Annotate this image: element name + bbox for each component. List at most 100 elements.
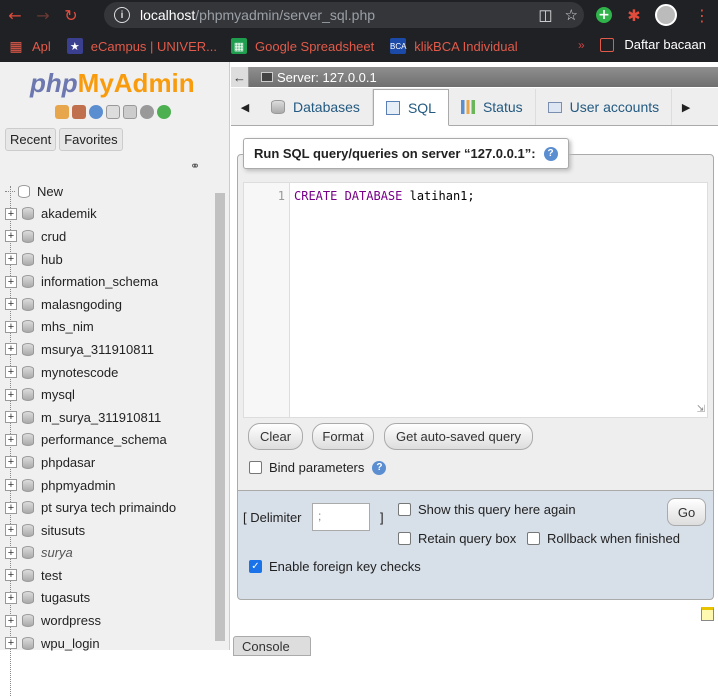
help-icon[interactable]: [89, 105, 103, 119]
link-chain-icon[interactable]: ⚭: [190, 159, 200, 173]
delimiter-input[interactable]: ;: [312, 503, 370, 531]
expand-icon[interactable]: +: [5, 569, 17, 582]
tree-item-database[interactable]: + performance_schema: [5, 429, 210, 452]
expand-icon[interactable]: +: [5, 637, 17, 650]
clear-button[interactable]: Clear: [248, 423, 303, 450]
show-query-checkbox[interactable]: Show this query here again: [398, 502, 576, 517]
bind-parameters-checkbox[interactable]: Bind parameters ?: [249, 460, 387, 475]
collapse-panel-icon[interactable]: ←: [231, 67, 249, 87]
expand-icon[interactable]: +: [5, 524, 17, 537]
expand-icon[interactable]: +: [5, 479, 17, 492]
retain-query-box-checkbox[interactable]: Retain query box: [398, 531, 516, 546]
tree-item-database[interactable]: + m_surya_311910811: [5, 406, 210, 429]
expand-icon[interactable]: +: [5, 433, 17, 446]
notes-icon[interactable]: [701, 607, 714, 621]
bookmark-klikbca[interactable]: BCA klikBCA Individual: [390, 38, 518, 54]
server-label[interactable]: Server: 127.0.0.1: [277, 70, 377, 85]
sql-editor[interactable]: 1 CREATE DATABASE latihan1; ⇲: [243, 182, 708, 418]
forward-button[interactable]: →: [30, 2, 56, 28]
scroll-right-icon[interactable]: ▶: [672, 89, 700, 125]
address-bar[interactable]: i localhost/phpmyadmin/server_sql.php ◫ …: [104, 2, 584, 28]
tree-item-database[interactable]: + information_schema: [5, 270, 210, 293]
format-button[interactable]: Format: [312, 423, 374, 450]
expand-icon[interactable]: +: [5, 614, 17, 627]
help-icon[interactable]: ?: [543, 146, 558, 161]
rollback-checkbox[interactable]: Rollback when finished: [527, 531, 680, 546]
kebab-menu-icon[interactable]: ⋮: [690, 3, 714, 27]
bookmark-apps[interactable]: ▦ Apl: [8, 38, 50, 54]
expand-icon[interactable]: +: [5, 456, 17, 469]
favorites-tab[interactable]: Favorites: [59, 128, 123, 151]
tab-databases[interactable]: Databases: [259, 89, 373, 125]
expand-icon[interactable]: +: [5, 388, 17, 401]
extensions-puzzle-icon[interactable]: ✱: [622, 3, 646, 27]
checkbox-box[interactable]: [398, 503, 411, 516]
checkbox-box[interactable]: [398, 532, 411, 545]
expand-icon[interactable]: +: [5, 207, 17, 220]
expand-icon[interactable]: +: [5, 501, 17, 514]
tree-item-database[interactable]: + phpmyadmin: [5, 474, 210, 497]
phpmyadmin-logo[interactable]: phpMyAdmin: [30, 68, 195, 99]
expand-icon[interactable]: +: [5, 591, 17, 604]
translate-icon[interactable]: ◫: [538, 6, 552, 24]
tree-item-database[interactable]: + crud: [5, 225, 210, 248]
tree-item-database[interactable]: + pt surya tech primaindo: [5, 496, 210, 519]
go-button[interactable]: Go: [667, 498, 706, 526]
expand-icon[interactable]: +: [5, 411, 17, 424]
profile-avatar[interactable]: [654, 3, 678, 27]
expand-icon[interactable]: +: [5, 230, 17, 243]
expand-icon[interactable]: +: [5, 366, 17, 379]
tree-item-database[interactable]: + mynotescode: [5, 361, 210, 384]
docs-icon[interactable]: [106, 105, 120, 119]
scroll-left-icon[interactable]: ◀: [231, 89, 259, 125]
tree-item-database[interactable]: + mhs_nim: [5, 316, 210, 339]
expand-icon[interactable]: +: [5, 253, 17, 266]
extension-plus-icon[interactable]: +: [592, 3, 616, 27]
expand-icon[interactable]: +: [5, 343, 17, 356]
tree-item-database[interactable]: + test: [5, 564, 210, 587]
star-icon[interactable]: ☆: [565, 6, 578, 24]
expand-icon[interactable]: +: [5, 275, 17, 288]
tree-item-database[interactable]: + tugasuts: [5, 587, 210, 610]
bookmark-google-spreadsheet[interactable]: ▦ Google Spreadsheet: [231, 38, 374, 54]
expand-icon[interactable]: +: [5, 320, 17, 333]
reload-icon[interactable]: [157, 105, 171, 119]
get-autosaved-query-button[interactable]: Get auto-saved query: [384, 423, 533, 450]
tree-item-database[interactable]: + akademik: [5, 203, 210, 226]
tree-item-database[interactable]: + phpdasar: [5, 451, 210, 474]
tab-user-accounts[interactable]: User accounts: [536, 89, 673, 125]
tab-sql[interactable]: SQL: [372, 89, 449, 126]
scrollbar-thumb[interactable]: [215, 193, 225, 641]
back-button[interactable]: ←: [2, 2, 28, 28]
copy-icon[interactable]: [123, 105, 137, 119]
tree-item-database[interactable]: + malasngoding: [5, 293, 210, 316]
foreign-key-checks-checkbox[interactable]: ✓ Enable foreign key checks: [249, 559, 421, 574]
tree-item-database[interactable]: + surya: [5, 542, 210, 565]
tree-item-database[interactable]: + wordpress: [5, 609, 210, 632]
recent-tab[interactable]: Recent: [5, 128, 57, 151]
checkbox-box[interactable]: [527, 532, 540, 545]
tree-item-new[interactable]: New: [5, 180, 210, 203]
resize-handle-icon[interactable]: ⇲: [697, 404, 705, 415]
help-icon[interactable]: ?: [372, 460, 387, 475]
home-icon[interactable]: [55, 105, 69, 119]
tree-item-database[interactable]: + wpu_login: [5, 632, 210, 655]
tab-status[interactable]: Status: [449, 89, 536, 125]
tree-item-database[interactable]: + situsuts: [5, 519, 210, 542]
sidebar-scrollbar[interactable]: [213, 193, 227, 650]
tree-item-database[interactable]: + msurya_311910811: [5, 338, 210, 361]
checkbox-box[interactable]: [249, 461, 262, 474]
reload-button[interactable]: ↻: [58, 2, 84, 28]
bookmark-ecampus[interactable]: ★ eCampus | UNIVER...: [66, 38, 217, 54]
expand-icon[interactable]: +: [5, 546, 17, 559]
info-icon[interactable]: i: [114, 7, 130, 23]
more-bookmarks-icon[interactable]: »: [578, 38, 585, 52]
expand-icon[interactable]: +: [5, 298, 17, 311]
gear-icon[interactable]: [140, 105, 154, 119]
reading-list[interactable]: Daftar bacaan: [600, 37, 706, 52]
sql-code[interactable]: CREATE DATABASE latihan1;: [294, 189, 475, 203]
logout-icon[interactable]: [72, 105, 86, 119]
tree-item-database[interactable]: + hub: [5, 248, 210, 271]
tree-item-database[interactable]: + mysql: [5, 383, 210, 406]
checkbox-checked[interactable]: ✓: [249, 560, 262, 573]
